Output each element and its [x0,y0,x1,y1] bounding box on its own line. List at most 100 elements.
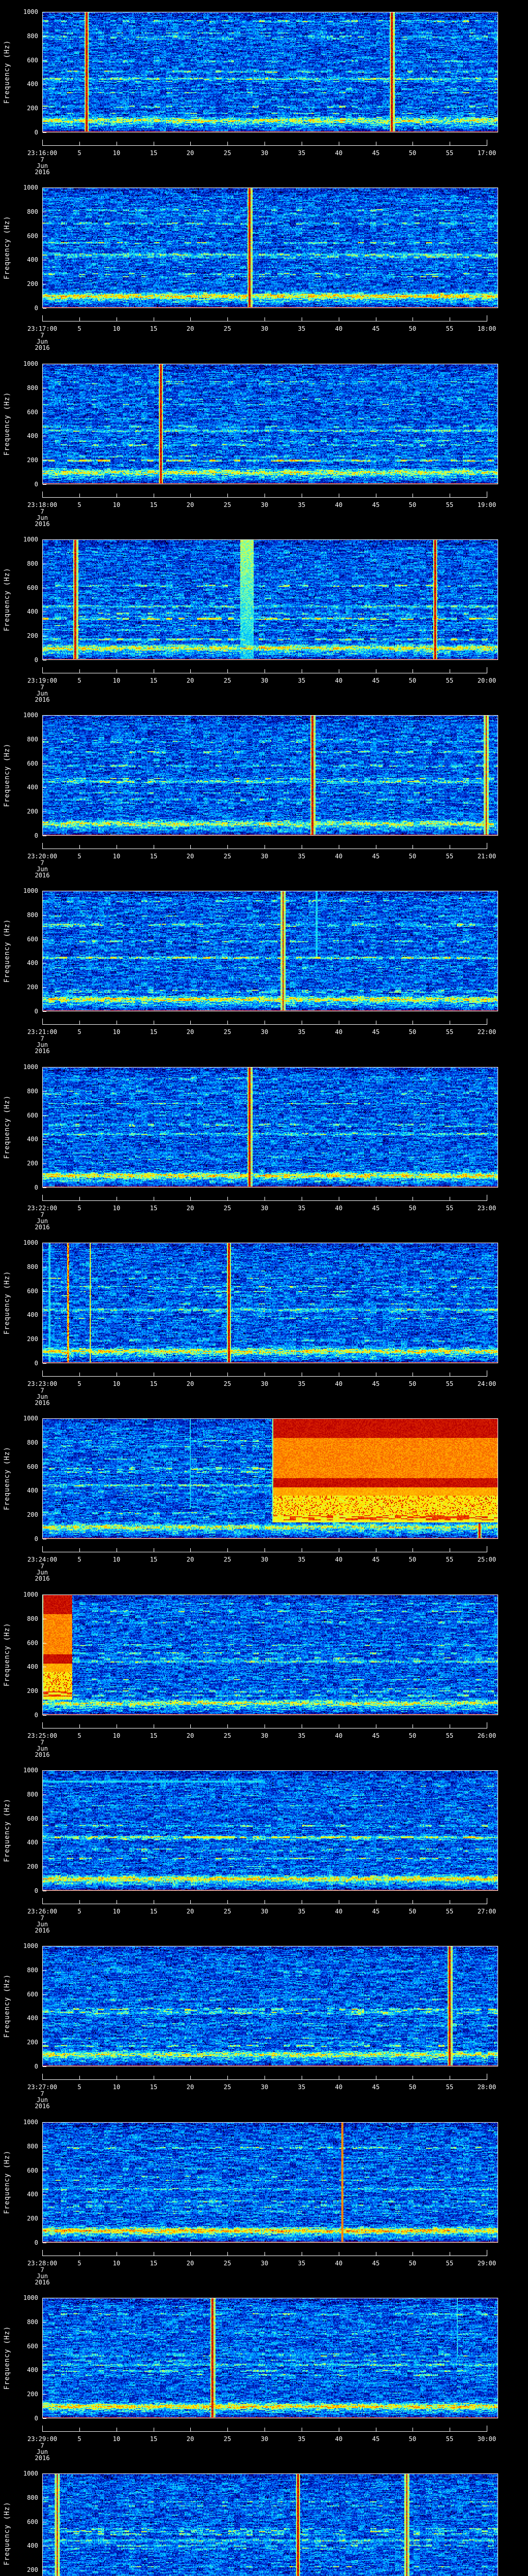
y-axis-title: Frequency (Hz) [3,1095,11,1159]
x-tick-label: 5 [77,2435,81,2443]
y-tick-label: 800 [27,1967,38,1974]
spectrogram-panel: Frequency (Hz) 23:24:00 25:00 7 Jun 2016… [0,1406,528,1582]
y-tick [43,2066,46,2067]
x-tick [227,1724,228,1728]
spectrogram-panel: Frequency (Hz) 23:20:00 21:00 7 Jun 2016… [0,703,528,879]
x-tick-label: 10 [112,1380,121,1387]
y-tick [43,2322,46,2323]
x-tick-label: 20 [186,2083,194,2091]
x-axis-end-tick [42,2074,43,2079]
x-tick [227,142,228,145]
x-tick-label: 35 [298,501,306,509]
y-axis-title: Frequency (Hz) [3,919,11,983]
x-tick [227,317,228,321]
spectrogram-image [42,1243,498,1363]
x-tick-label: 50 [408,677,417,684]
x-tick-label: 45 [372,325,380,332]
x-axis-line [42,2431,487,2432]
y-tick [43,2394,46,2395]
x-tick-label: 30 [260,1380,269,1387]
y-tick-label: 600 [27,1287,38,1295]
y-tick-label: 200 [27,1511,38,1518]
x-tick-label: 55 [446,2435,454,2443]
y-tick [43,460,46,461]
y-tick [43,484,46,485]
x-axis-start-time: 23:18:00 [27,501,57,509]
y-tick-label: 400 [27,784,38,791]
x-axis-end-time: 27:00 [477,1908,497,1915]
y-tick-label: 600 [27,760,38,767]
x-tick [190,1724,191,1728]
x-tick-label: 15 [150,2435,158,2443]
x-tick-label: 30 [260,2435,269,2443]
x-tick-label: 20 [186,325,194,332]
y-tick-label: 1000 [23,1415,38,1422]
spectrogram-image [42,2298,498,2418]
x-axis-end-tick [42,140,43,145]
y-tick [43,1339,46,1340]
y-axis-title: Frequency (Hz) [3,2326,11,2390]
x-tick [227,669,228,673]
x-tick [190,669,191,673]
x-tick-label: 30 [260,501,269,509]
x-tick-label: 35 [298,1908,306,1915]
x-tick-label: 40 [335,1380,343,1387]
y-tick [43,2042,46,2043]
y-tick-label: 400 [27,1487,38,1494]
x-tick-label: 40 [335,1028,343,1036]
x-tick-label: 45 [372,2435,380,2443]
x-axis-date-year: 2016 [35,1399,50,1406]
y-tick-label: 200 [27,2215,38,2222]
x-tick-label: 50 [408,501,417,509]
y-tick-label: 0 [34,481,38,488]
y-tick [43,1970,46,1971]
spectrogram-image [42,12,498,132]
y-axis-title: Frequency (Hz) [3,2501,11,2566]
y-tick-label: 600 [27,1112,38,1119]
x-tick-label: 20 [186,1908,194,1915]
x-tick [412,1548,413,1552]
x-axis-start-time: 23:22:00 [27,1205,57,1212]
x-tick [412,669,413,673]
y-tick [43,811,46,812]
x-tick-label: 5 [77,1732,81,1739]
x-tick-label: 40 [335,325,343,332]
x-axis-end-tick [42,1722,43,1728]
x-tick-label: 50 [408,325,417,332]
x-tick-label: 50 [408,1732,417,1739]
x-axis-end-tick [42,1898,43,1904]
y-tick [43,939,46,940]
x-tick [79,2076,80,2079]
y-tick [43,1291,46,1292]
x-tick-label: 40 [335,1556,343,1563]
x-tick [190,494,191,497]
y-tick-label: 800 [27,560,38,567]
x-axis-end-time: 28:00 [477,2083,497,2091]
x-tick-label: 35 [298,1028,306,1036]
x-axis-end-time: 18:00 [477,325,497,332]
spectrogram-panel: Frequency (Hz) 23:26:00 27:00 7 Jun 2016… [0,1758,528,1934]
x-tick-label: 15 [150,2083,158,2091]
x-tick-label: 45 [372,1380,380,1387]
x-tick-label: 45 [372,2260,380,2267]
spectrogram-image [42,2122,498,2243]
x-tick-label: 50 [408,1028,417,1036]
x-tick [190,2428,191,2431]
x-tick-label: 20 [186,853,194,860]
y-tick-label: 600 [27,1639,38,1647]
x-tick-label: 20 [186,1380,194,1387]
x-tick-label: 40 [335,853,343,860]
x-tick [227,1548,228,1552]
x-axis-date-year: 2016 [35,1751,50,1758]
x-tick-label: 25 [223,1028,232,1036]
x-tick [79,1021,80,1024]
x-tick [227,1021,228,1024]
x-tick-label: 15 [150,1028,158,1036]
x-axis-end-time: 17:00 [477,149,497,157]
y-tick [43,739,46,740]
y-tick [43,60,46,61]
x-axis-end-tick [42,492,43,497]
x-axis-date-year: 2016 [35,2454,50,2462]
x-tick-label: 10 [112,2260,121,2267]
x-tick-label: 55 [446,501,454,509]
